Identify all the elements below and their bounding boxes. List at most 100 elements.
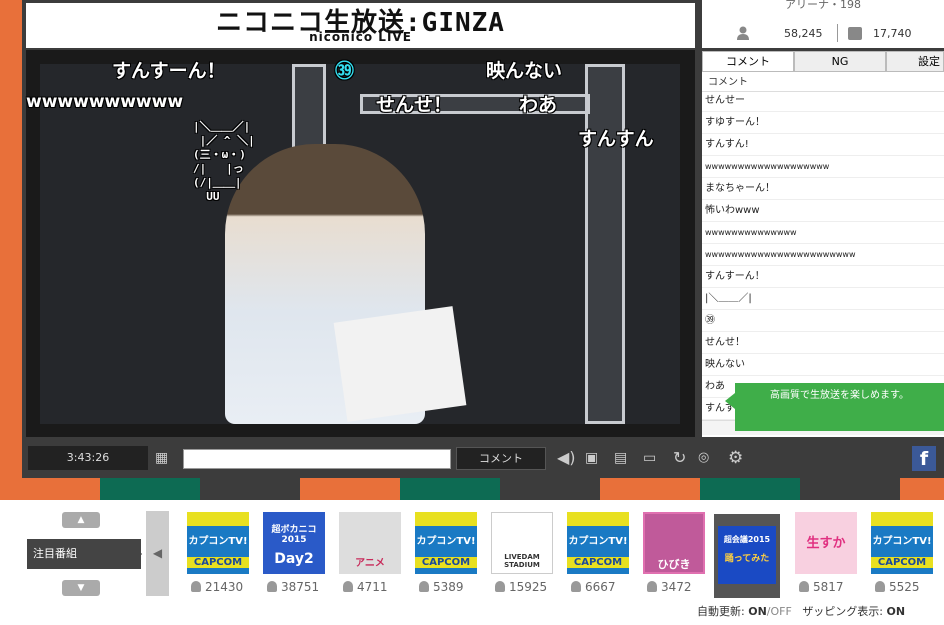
comment-input[interactable] xyxy=(183,449,451,469)
tab-ng[interactable]: NG xyxy=(794,51,886,72)
hq-notice[interactable]: 高画質で生放送を楽しめます。 xyxy=(735,383,944,431)
niconico-live-app: ニコニコ生放送:GINZA niconico LIVE すんすーん！ ㊴ 映んな… xyxy=(0,0,944,625)
person-icon xyxy=(875,581,885,592)
tab-settings[interactable]: 設定 xyxy=(886,51,944,72)
zapping-label: ザッピング表示: xyxy=(802,605,884,618)
comment-row[interactable]: すんすん! xyxy=(702,134,944,156)
danmaku-comment: wwwwwwwwww xyxy=(26,92,184,112)
program-title: アニメ xyxy=(355,558,385,569)
logo-area[interactable]: ニコニコ生放送:GINZA niconico LIVE xyxy=(26,3,695,48)
chumoku-label[interactable]: 注目番組 xyxy=(27,539,141,569)
person-icon xyxy=(267,581,277,592)
program-sub: CAPCOM xyxy=(415,557,477,568)
zapping-on[interactable]: ON xyxy=(887,605,906,618)
comment-toggle-icon[interactable]: ▣ xyxy=(585,449,598,467)
performer-paper xyxy=(333,306,467,422)
comment-row[interactable]: すんすーん！ xyxy=(702,266,944,288)
auto-update-label: 自動更新: xyxy=(697,605,745,618)
program-thumbnail[interactable]: カプコンTV! CAPCOM xyxy=(187,512,249,574)
screen-size-icon[interactable]: ▭ xyxy=(643,449,656,467)
danmaku-comment: わあ xyxy=(519,94,558,116)
room-name: アリーナ・198 xyxy=(785,0,861,11)
comment-row[interactable]: wwwwwwwwwwwwww xyxy=(702,222,944,244)
stage-truss-right xyxy=(585,64,625,424)
comment-row[interactable]: せんせ！ xyxy=(702,332,944,354)
comment-row[interactable]: 怖いわwww xyxy=(702,200,944,222)
program-viewers: 4711 xyxy=(343,580,388,594)
color-bar-segment xyxy=(22,478,100,500)
program-title: カプコンTV! xyxy=(416,536,476,547)
color-bar-segment xyxy=(400,478,500,500)
comment-row[interactable]: せんせー xyxy=(702,90,944,112)
danmaku-comment: すんすん xyxy=(578,128,654,150)
auto-update-off[interactable]: /OFF xyxy=(767,605,792,618)
color-bar-segment xyxy=(800,478,900,500)
program-viewers: 6667 xyxy=(571,580,616,594)
prev-programs-button[interactable]: ◀ xyxy=(146,511,169,596)
comment-row[interactable]: すゆすーん！ xyxy=(702,112,944,134)
reload-icon[interactable]: ↻ xyxy=(673,449,686,467)
program-title: カプコンTV! xyxy=(872,536,932,547)
danmaku-comment: せんせ！ xyxy=(376,94,453,116)
program-thumbnail[interactable]: LIVEDAM STADIUM xyxy=(491,512,553,574)
viewer-count: 58,245 xyxy=(784,27,823,40)
comment-row[interactable]: 映んない xyxy=(702,354,944,376)
scroll-up-button[interactable]: ▲ xyxy=(62,512,100,528)
person-icon xyxy=(343,581,353,592)
program-viewers: 15925 xyxy=(495,580,547,594)
left-accent-strip xyxy=(0,0,22,500)
program-sub: Day2 xyxy=(274,551,314,567)
app-gamepad-icon[interactable]: ◎ xyxy=(698,449,709,467)
program-thumbnail[interactable]: カプコンTV! CAPCOM xyxy=(415,512,477,574)
person-icon xyxy=(799,581,809,592)
settings-gear-icon[interactable]: ⚙ xyxy=(728,449,743,467)
program-sub: 踊ってみた xyxy=(724,554,770,564)
danmaku-comment: 映んない xyxy=(486,60,563,82)
video-player[interactable] xyxy=(40,64,680,424)
comment-row[interactable]: wwwwwwwwwwwwwwwwwwwwwww xyxy=(702,244,944,266)
program-title: LIVEDAM STADIUM xyxy=(504,553,540,569)
elapsed-time: 3:43:26 xyxy=(28,446,148,470)
comment-row[interactable]: |＼＿＿／| xyxy=(702,288,944,310)
program-thumbnail[interactable]: 超ボカニコ2015 Day2 xyxy=(263,512,325,574)
auto-update-toggle[interactable]: 自動更新: ON/OFF ザッピング表示: ON xyxy=(697,603,905,619)
program-thumbnail[interactable]: ひびき xyxy=(643,512,705,574)
program-viewers: 5389 xyxy=(419,580,464,594)
person-icon xyxy=(419,581,429,592)
danmaku-ascii-art: |＼＿＿／| |／ ^ ＼| (三・ω・) /| |っ (/|＿＿| UU xyxy=(193,120,255,203)
stat-divider xyxy=(837,24,838,42)
program-title: カプコンTV! xyxy=(568,536,628,547)
tab-comment[interactable]: コメント xyxy=(702,51,794,72)
program-title: ひびき xyxy=(657,558,691,571)
program-thumbnail[interactable]: カプコンTV! CAPCOM xyxy=(871,512,933,574)
program-viewers: 3472 xyxy=(647,580,692,594)
program-title: カプコンTV! xyxy=(188,536,248,547)
comment-row[interactable]: ㊴ xyxy=(702,310,944,332)
color-bar-segment xyxy=(700,478,800,500)
program-viewers: 21430 xyxy=(191,580,243,594)
keyboard-icon[interactable]: ▦ xyxy=(155,449,168,467)
auto-update-on[interactable]: ON xyxy=(748,605,767,618)
scroll-down-button[interactable]: ▼ xyxy=(62,580,100,596)
program-thumbnail[interactable]: アニメ xyxy=(339,512,401,574)
program-thumbnail[interactable]: 生すか xyxy=(795,512,857,574)
ng-icon[interactable]: ▤ xyxy=(614,449,627,467)
color-bar-segment xyxy=(300,478,400,500)
volume-icon[interactable]: ◀) xyxy=(557,449,576,467)
person-icon xyxy=(191,581,201,592)
comment-submit-button[interactable]: コメント xyxy=(456,447,546,470)
comment-count: 17,740 xyxy=(873,27,912,40)
person-icon xyxy=(495,581,505,592)
color-bar-segment xyxy=(100,478,200,500)
program-thumbnail-selected[interactable]: 超会議2015 踊ってみた xyxy=(714,514,780,598)
program-viewers: 38751 xyxy=(267,580,319,594)
program-title: 超ボカニコ2015 xyxy=(271,525,317,545)
comment-row[interactable]: まなちゃーん！ xyxy=(702,178,944,200)
comment-row[interactable]: wwwwwwwwwwwwwwwwwww xyxy=(702,156,944,178)
program-sub: CAPCOM xyxy=(567,557,629,568)
program-title: 生すか xyxy=(806,536,846,551)
facebook-icon[interactable]: f xyxy=(912,446,936,471)
program-thumbnail[interactable]: カプコンTV! CAPCOM xyxy=(567,512,629,574)
person-icon xyxy=(737,26,749,40)
person-icon xyxy=(571,581,581,592)
